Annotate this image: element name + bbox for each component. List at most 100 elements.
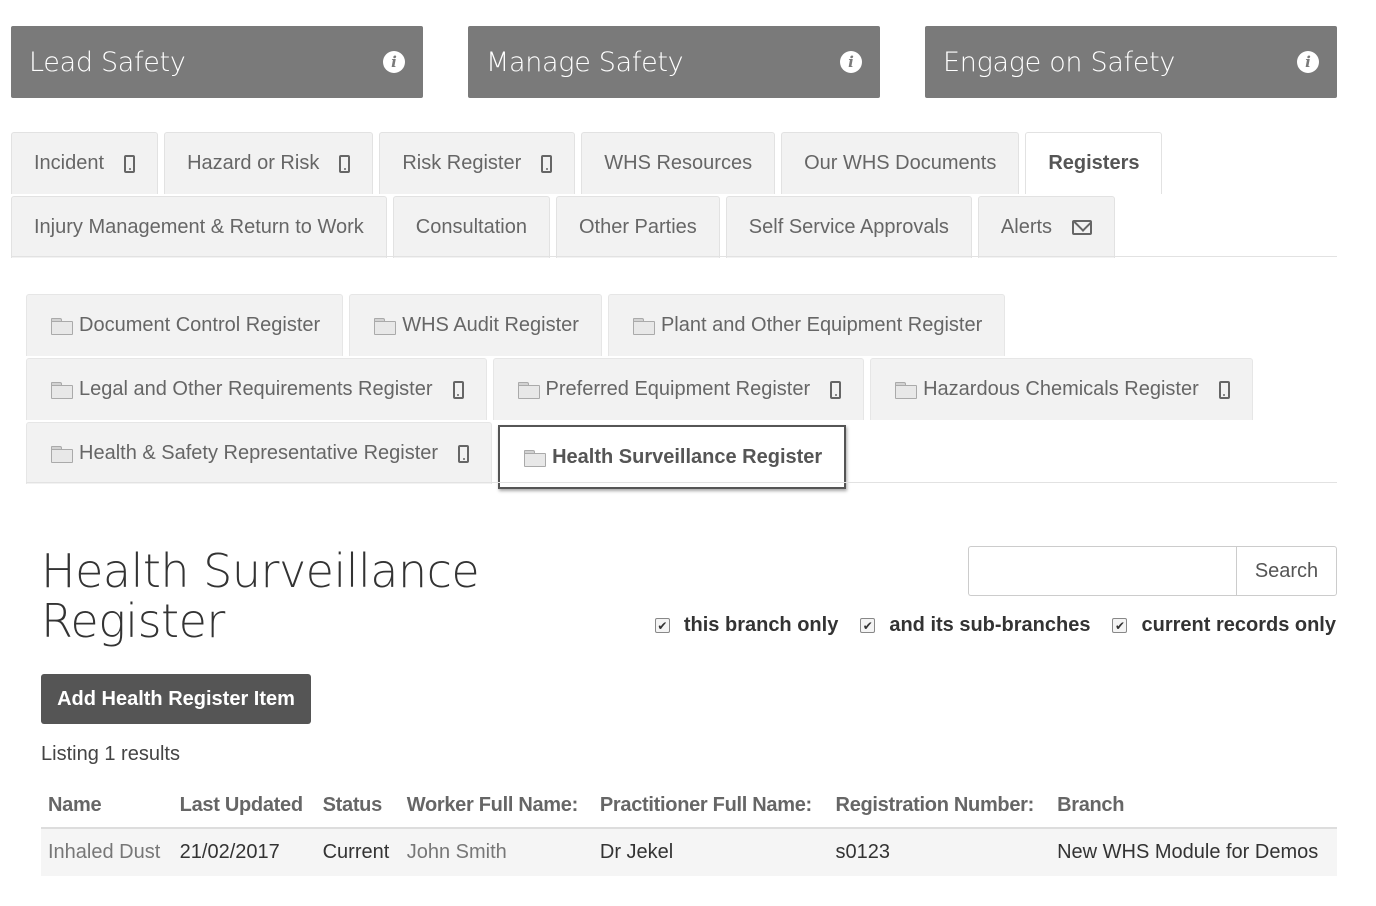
tab-label: Hazardous Chemicals Register [923,378,1199,400]
cell-practitioner: Dr Jekel [592,828,829,876]
nav-divider [11,256,1337,257]
tab-preferred-equipment-register[interactable]: Preferred Equipment Register [492,358,865,420]
checkbox-checked-icon[interactable]: ✔ [1112,618,1128,633]
tab-consultation[interactable]: Consultation [392,196,550,258]
mobile-icon [541,154,553,173]
tab-label: Self Service Approvals [748,216,949,238]
filter-sub-branches[interactable]: ✔ and its sub-branches [860,614,1090,637]
tab-label: Other Parties [578,216,697,238]
checkbox-checked-icon[interactable]: ✔ [860,618,876,633]
column-header-name[interactable]: Name [41,784,173,829]
folder-icon [632,318,655,335]
search-group: Search [968,546,1337,596]
tab-hazardous-chemicals-register[interactable]: Hazardous Chemicals Register [870,358,1253,420]
cell-last-updated: 21/02/2017 [172,828,316,876]
tab-label: Legal and Other Requirements Register [79,378,433,400]
mobile-icon [124,154,136,173]
main-nav-row-1: Incident Hazard or Risk Risk Register WH… [11,132,1168,194]
column-header-registration-number[interactable]: Registration Number: [828,784,1051,829]
tab-registers[interactable]: Registers [1025,132,1163,194]
register-tabs-row-2: Legal and Other Requirements Register Pr… [26,358,1259,420]
tab-whs-audit-register[interactable]: WHS Audit Register [349,294,602,356]
tab-risk-register[interactable]: Risk Register [379,132,576,194]
column-header-practitioner-full-name[interactable]: Practitioner Full Name: [592,784,829,829]
folder-icon [51,382,73,399]
filter-label: current records only [1141,614,1336,636]
cell-registration-number: s0123 [828,828,1051,876]
tab-label: WHS Audit Register [402,314,579,336]
folder-icon [51,318,73,335]
search-button[interactable]: Search [1236,546,1337,596]
tab-whs-resources[interactable]: WHS Resources [581,132,776,194]
folder-icon [895,382,918,399]
tab-label: Consultation [415,216,527,238]
tab-label: Risk Register [402,152,522,174]
info-icon[interactable]: i [1297,51,1319,73]
tab-label: Health Surveillance Register [552,445,823,468]
main-nav-row-2: Injury Management & Return to Work Consu… [11,196,1121,258]
filter-this-branch[interactable]: ✔ this branch only [654,614,839,637]
listing-count: Listing 1 results [41,743,180,765]
folder-icon [517,382,540,399]
tab-label: Registers [1048,152,1140,174]
info-icon[interactable]: i [840,51,862,73]
register-tabs-row-1: Document Control Register WHS Audit Regi… [26,294,1011,356]
mobile-icon [830,380,842,399]
cell-branch: New WHS Module for Demos [1050,828,1337,876]
table-header-row: Name Last Updated Status Worker Full Nam… [41,784,1337,829]
mobile-icon [452,380,464,399]
tab-self-service-approvals[interactable]: Self Service Approvals [725,196,972,258]
folder-icon [374,318,397,335]
filter-label: and its sub-branches [889,614,1091,636]
tab-label: Hazard or Risk [187,152,320,174]
mobile-icon [458,444,470,463]
cell-name-link[interactable]: Inhaled Dust [41,828,173,876]
column-header-last-updated[interactable]: Last Updated [172,784,316,829]
lead-safety-label: Lead Safety [29,46,186,78]
info-icon[interactable]: i [383,51,405,73]
tab-injury-management[interactable]: Injury Management & Return to Work [11,196,387,258]
lead-safety-button[interactable]: Lead Safety i [11,26,423,98]
column-header-status[interactable]: Status [315,784,400,829]
tab-label: Alerts [1000,216,1053,238]
tab-our-whs-documents[interactable]: Our WHS Documents [781,132,1020,194]
filter-label: this branch only [683,614,839,636]
tab-legal-requirements-register[interactable]: Legal and Other Requirements Register [26,358,487,420]
tab-document-control-register[interactable]: Document Control Register [26,294,344,356]
tab-label: Preferred Equipment Register [545,378,811,400]
tab-label: WHS Resources [604,152,753,174]
tab-label: Document Control Register [79,314,321,336]
tab-hsr-register[interactable]: Health & Safety Representative Register [26,422,493,484]
add-health-register-item-button[interactable]: Add Health Register Item [41,674,311,724]
envelope-icon [1072,220,1093,235]
checkbox-checked-icon[interactable]: ✔ [654,618,670,633]
engage-on-safety-button[interactable]: Engage on Safety i [925,26,1337,98]
register-tabs-row-3: Health & Safety Representative Register … [26,422,852,489]
cell-status: Current [315,828,400,876]
tab-plant-equipment-register[interactable]: Plant and Other Equipment Register [607,294,1006,356]
filter-current-records[interactable]: ✔ current records only [1112,614,1336,637]
cell-worker-link[interactable]: John Smith [399,828,593,876]
tab-alerts[interactable]: Alerts [977,196,1116,258]
filter-options: ✔ this branch only ✔ and its sub-branche… [633,614,1336,637]
manage-safety-button[interactable]: Manage Safety i [468,26,880,98]
column-header-worker-full-name[interactable]: Worker Full Name: [399,784,593,829]
table-row: Inhaled Dust 21/02/2017 Current John Smi… [41,828,1337,876]
tab-health-surveillance-register[interactable]: Health Surveillance Register [498,425,847,489]
tab-label: Plant and Other Equipment Register [660,314,983,336]
page-title: Health Surveillance Register [41,544,480,648]
register-divider [26,482,1337,483]
mobile-icon [1218,380,1230,399]
column-header-branch[interactable]: Branch [1050,784,1337,829]
tab-incident[interactable]: Incident [11,132,159,194]
manage-safety-label: Manage Safety [486,46,684,78]
tab-other-parties[interactable]: Other Parties [555,196,720,258]
mobile-icon [339,154,351,173]
folder-icon [524,449,547,467]
tab-label: Incident [34,152,105,174]
tab-hazard-or-risk[interactable]: Hazard or Risk [164,132,374,194]
tab-label: Health & Safety Representative Register [79,442,439,464]
results-table: Name Last Updated Status Worker Full Nam… [41,784,1337,876]
search-input[interactable] [968,546,1236,596]
tab-label: Our WHS Documents [804,152,997,174]
